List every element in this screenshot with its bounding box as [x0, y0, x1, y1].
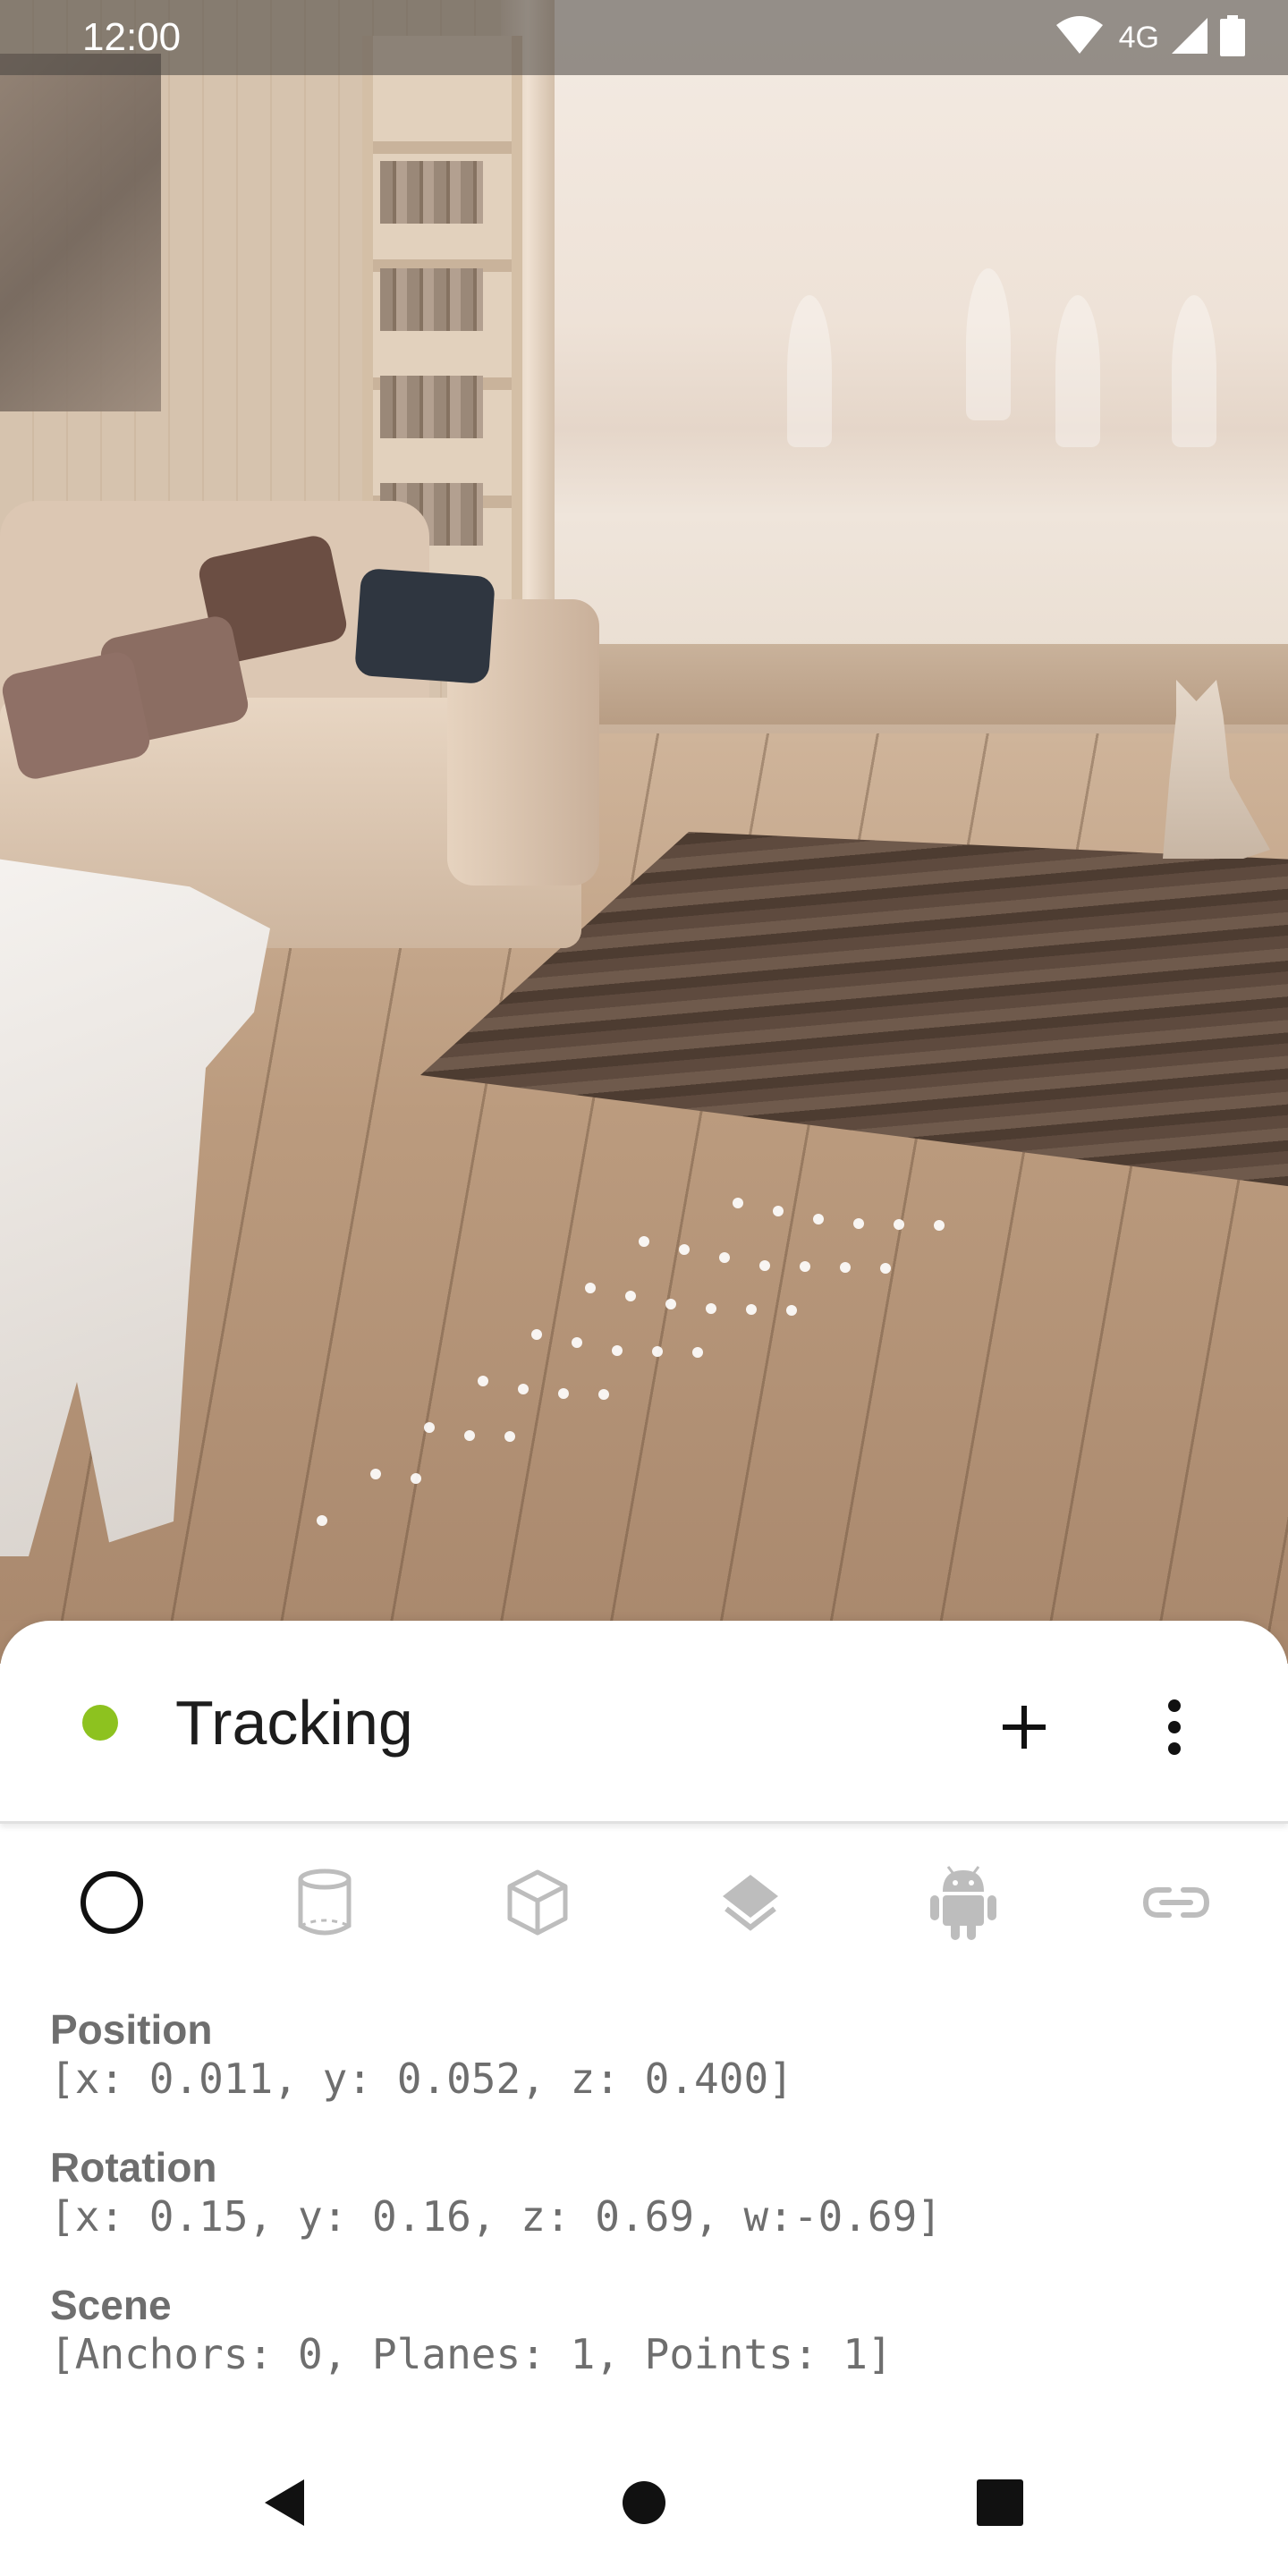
battery-icon — [1220, 14, 1245, 61]
recents-icon — [977, 2479, 1023, 2530]
tracking-info: Position [x: 0.011, y: 0.052, z: 0.400] … — [50, 2005, 1249, 2419]
rotation-value: [x: 0.15, y: 0.16, z: 0.69, w:-0.69] — [50, 2192, 942, 2241]
nav-back-button[interactable] — [249, 2469, 320, 2540]
position-label: Position — [50, 2006, 213, 2053]
window-plant — [966, 268, 1011, 420]
status-icons: 4G — [1055, 13, 1245, 63]
signal-icon — [1170, 16, 1209, 60]
more-vert-icon — [1165, 1699, 1183, 1760]
tab-bar — [0, 1846, 1288, 1962]
tab-cube[interactable] — [479, 1846, 596, 1962]
nav-recents-button[interactable] — [964, 2469, 1036, 2540]
tab-tracking[interactable] — [54, 1846, 170, 1962]
window-plant — [1172, 295, 1216, 447]
layers-icon — [719, 1871, 782, 1938]
add-button[interactable] — [984, 1689, 1064, 1769]
window-plant — [787, 295, 832, 447]
scene-value: [Anchors: 0, Planes: 1, Points: 1] — [50, 2330, 893, 2378]
nav-home-button[interactable] — [608, 2469, 680, 2540]
sheet-header[interactable]: Tracking — [0, 1621, 1288, 1824]
books — [380, 161, 483, 224]
rotation-label: Rotation — [50, 2144, 217, 2190]
wall-panels — [0, 54, 161, 411]
tab-link[interactable] — [1118, 1846, 1234, 1962]
position-value: [x: 0.011, y: 0.052, z: 0.400] — [50, 2055, 793, 2103]
ar-camera-view[interactable] — [0, 0, 1288, 1664]
books — [380, 376, 483, 438]
network-type: 4G — [1118, 21, 1159, 55]
cylinder-icon — [296, 1868, 353, 1941]
window-sill — [537, 644, 1288, 724]
status-time: 12:00 — [82, 15, 182, 59]
tab-cylinder[interactable] — [267, 1846, 383, 1962]
tracking-status-label: Tracking — [175, 1688, 413, 1758]
scene-label: Scene — [50, 2282, 172, 2328]
tracking-status-indicator — [82, 1705, 118, 1741]
tab-android[interactable] — [905, 1846, 1021, 1962]
tab-layers[interactable] — [692, 1846, 809, 1962]
link-icon — [1142, 1885, 1210, 1925]
books — [380, 268, 483, 331]
home-icon — [622, 2480, 666, 2529]
window-plant — [1055, 295, 1100, 447]
add-icon — [999, 1702, 1049, 1757]
status-bar: 12:00 4G — [0, 0, 1288, 75]
navigation-bar — [0, 2433, 1288, 2576]
android-icon — [930, 1865, 996, 1945]
cube-icon — [506, 1868, 569, 1941]
back-icon — [258, 2476, 311, 2534]
more-options-button[interactable] — [1134, 1689, 1215, 1769]
circle-icon — [78, 1868, 146, 1941]
wifi-icon — [1055, 15, 1105, 60]
